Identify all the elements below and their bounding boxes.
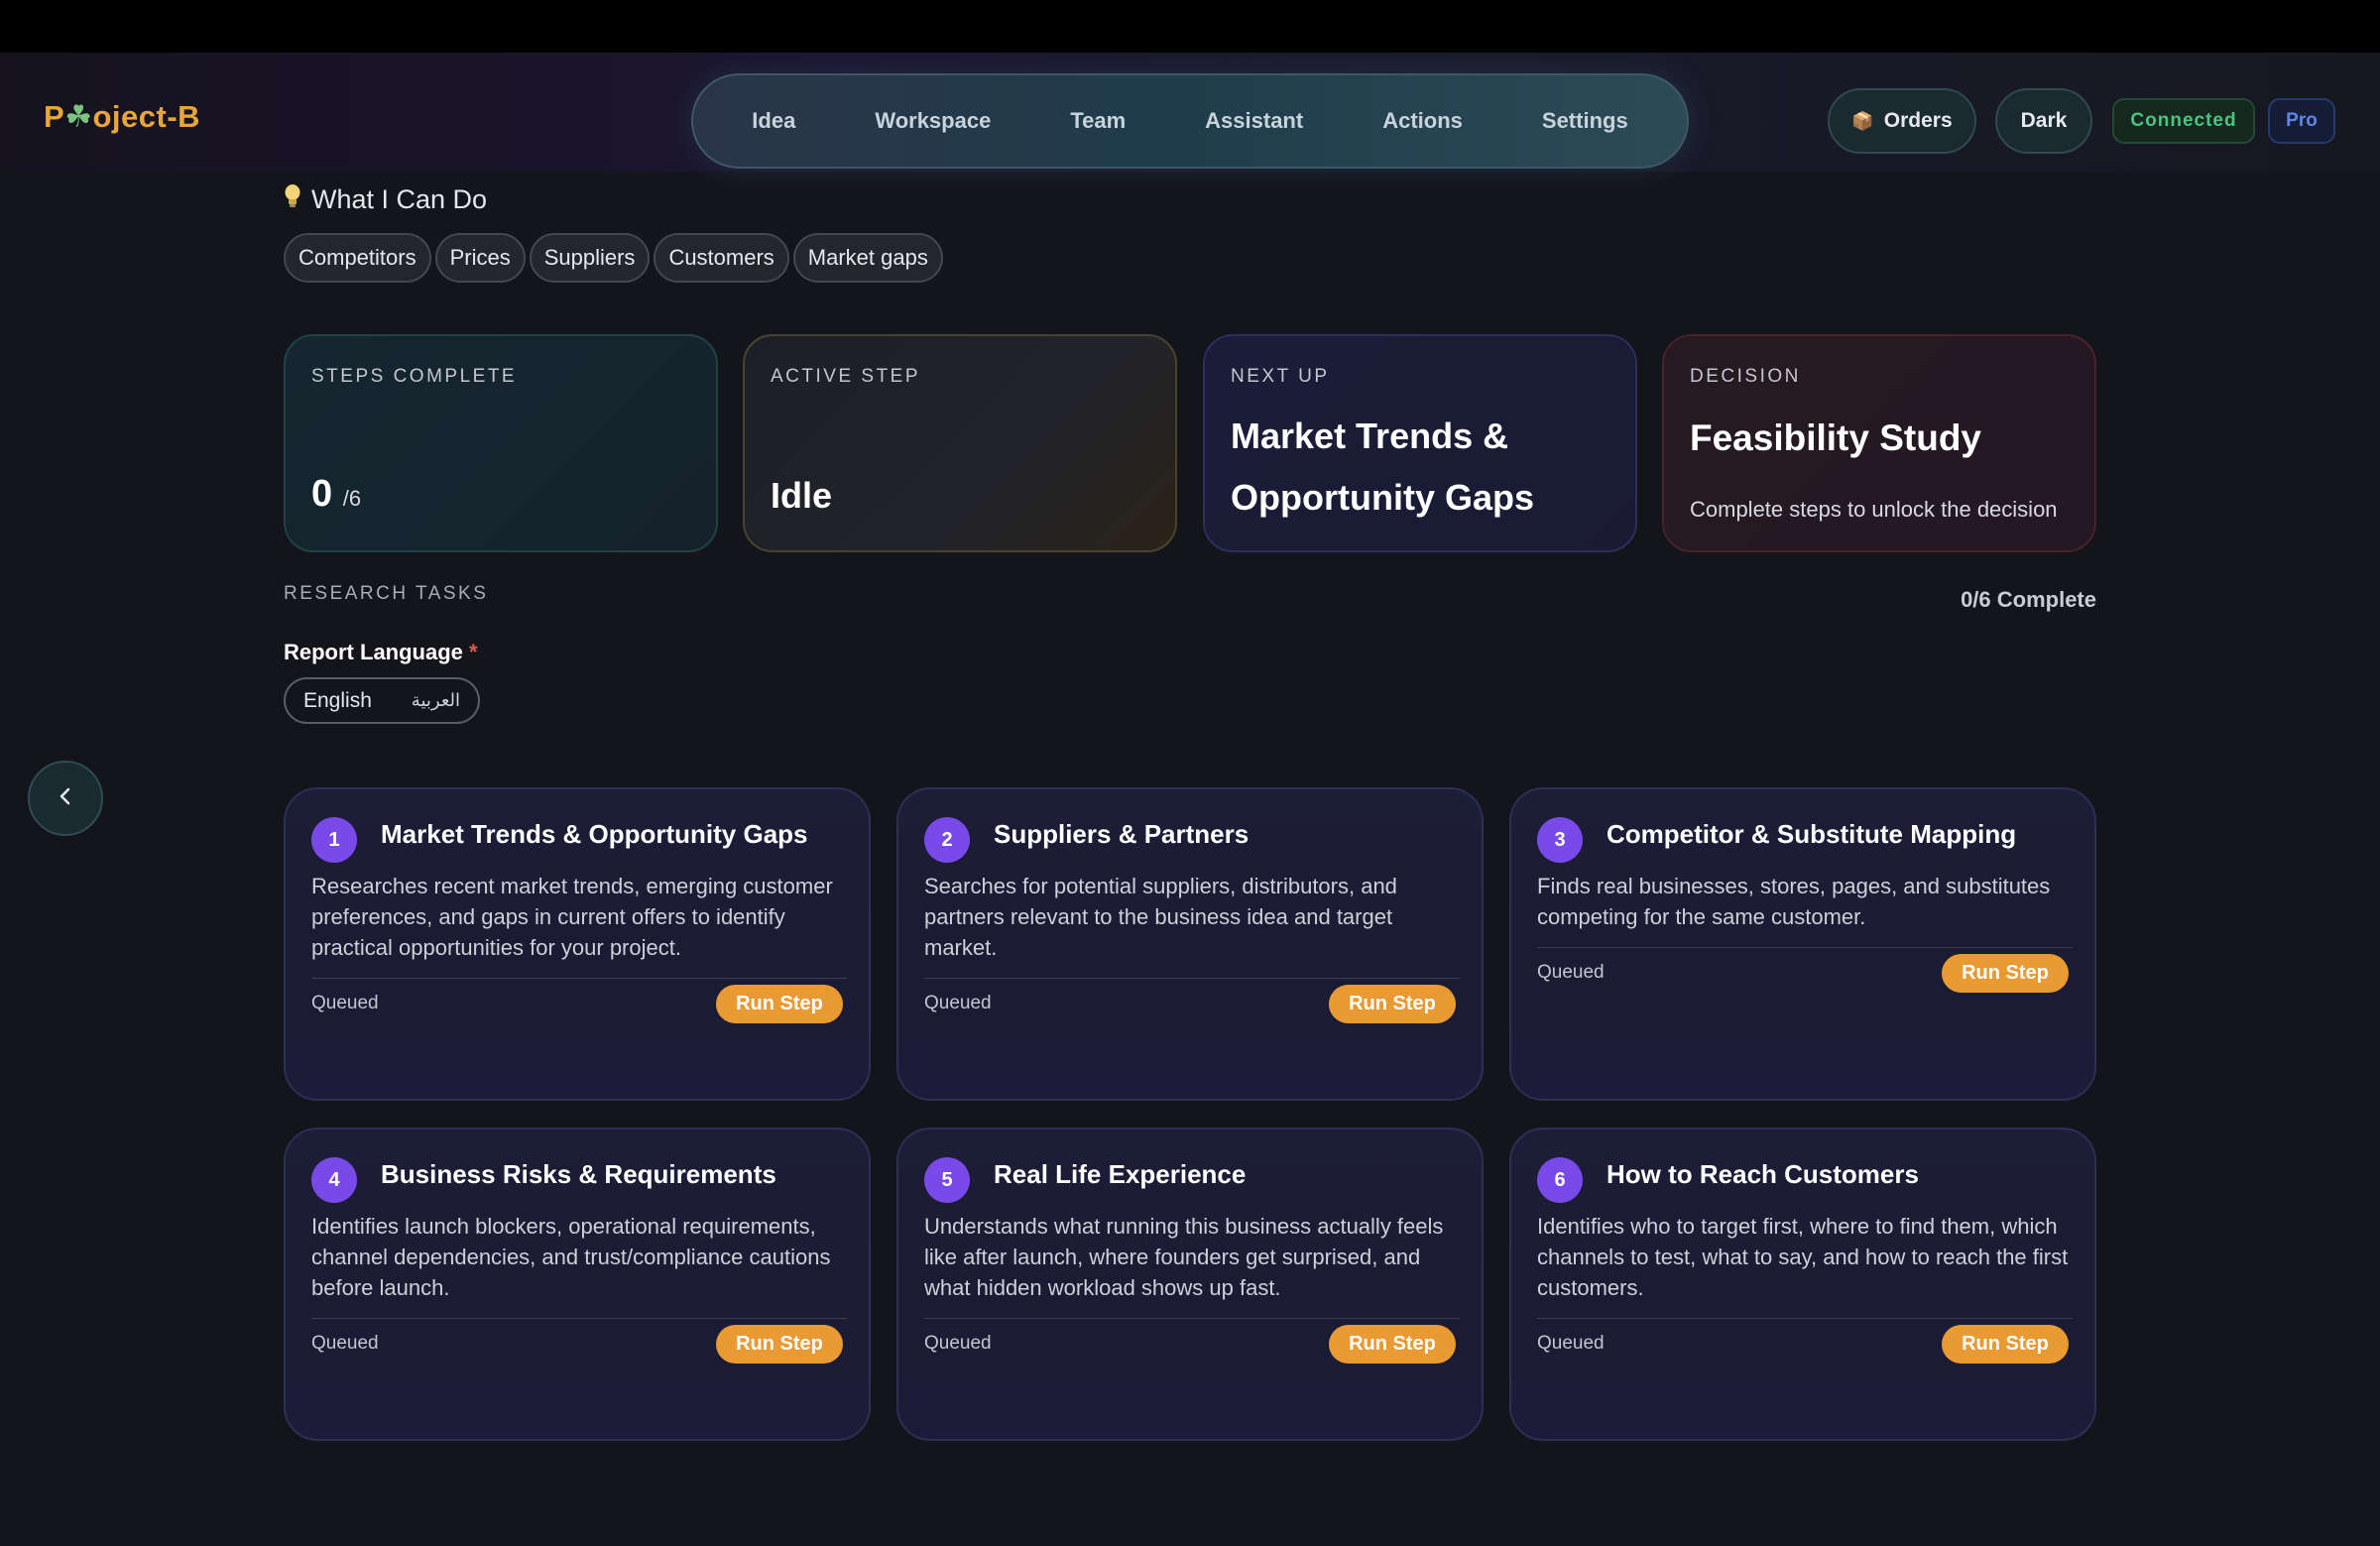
report-language-toggle: English العربية <box>284 677 480 724</box>
run-step-button[interactable]: Run Step <box>716 1325 843 1364</box>
decision-subtext: Complete steps to unlock the decision <box>1690 497 2058 522</box>
run-step-button[interactable]: Run Step <box>1329 1325 1456 1364</box>
app-logo[interactable]: P☘oject-B <box>44 99 200 135</box>
language-option-arabic[interactable]: العربية <box>412 690 460 711</box>
run-step-button[interactable]: Run Step <box>1942 1325 2069 1364</box>
decision-value: Feasibility Study <box>1690 417 1982 458</box>
connection-status-badge: Connected <box>2112 98 2255 144</box>
orders-button[interactable]: 📦 Orders <box>1828 88 1976 154</box>
plan-badge: Pro <box>2268 98 2335 144</box>
task-card: 6 How to Reach Customers Identifies who … <box>1509 1128 2096 1441</box>
task-divider <box>924 1318 1460 1319</box>
theme-label: Dark <box>2020 109 2068 132</box>
nav-team[interactable]: Team <box>1030 108 1165 134</box>
task-card: 3 Competitor & Substitute Mapping Finds … <box>1509 787 2096 1101</box>
chip-customers[interactable]: Customers <box>654 233 789 283</box>
active-step-label: ACTIVE STEP <box>771 366 921 387</box>
task-title: Competitor & Substitute Mapping <box>1606 819 2017 849</box>
main-nav: Idea Workspace Team Assistant Actions Se… <box>691 73 1689 169</box>
lightbulb-icon <box>284 183 301 216</box>
logo-text-start: P <box>44 99 65 134</box>
task-title: Suppliers & Partners <box>994 819 1250 849</box>
task-divider <box>924 978 1460 979</box>
run-step-button[interactable]: Run Step <box>716 985 843 1023</box>
task-description: Finds real businesses, stores, pages, an… <box>1537 874 2051 929</box>
language-option-english[interactable]: English <box>303 689 372 713</box>
package-icon: 📦 <box>1851 110 1874 131</box>
nav-workspace[interactable]: Workspace <box>835 108 1030 134</box>
step-number-badge: 4 <box>311 1157 357 1203</box>
nav-idea[interactable]: Idea <box>712 108 835 134</box>
step-number-badge: 2 <box>924 817 970 863</box>
collapse-sidebar-button[interactable] <box>28 761 103 836</box>
run-step-button[interactable]: Run Step <box>1329 985 1456 1023</box>
active-step-card: ACTIVE STEP Idle <box>743 334 1177 552</box>
step-number-badge: 3 <box>1537 817 1583 863</box>
task-divider <box>1537 1318 2073 1319</box>
steps-complete-label: STEPS COMPLETE <box>311 366 518 387</box>
capability-chips: Competitors Prices Suppliers Customers M… <box>284 233 943 283</box>
decision-label: DECISION <box>1690 366 1801 387</box>
next-up-label: NEXT UP <box>1231 366 1330 387</box>
nav-settings[interactable]: Settings <box>1502 108 1668 134</box>
report-language-label: Report Language * <box>284 640 478 665</box>
task-description: Understands what running this business a… <box>924 1214 1444 1300</box>
task-divider <box>311 978 847 979</box>
task-card: 4 Business Risks & Requirements Identifi… <box>284 1128 871 1441</box>
run-step-button[interactable]: Run Step <box>1942 954 2069 993</box>
step-number-badge: 5 <box>924 1157 970 1203</box>
task-description: Searches for potential suppliers, distri… <box>924 874 1397 960</box>
report-language-text: Report Language <box>284 640 463 664</box>
chip-suppliers[interactable]: Suppliers <box>529 233 651 283</box>
task-divider <box>1537 947 2073 948</box>
logo-text-end: oject-B <box>92 99 201 134</box>
task-status: Queued <box>311 1333 379 1354</box>
chip-prices[interactable]: Prices <box>434 233 526 283</box>
research-progress: 0/6 Complete <box>1961 587 2096 612</box>
task-status: Queued <box>1537 962 1605 983</box>
task-title: Real Life Experience <box>994 1159 1247 1189</box>
research-tasks-label: RESEARCH TASKS <box>284 583 489 604</box>
task-card: 2 Suppliers & Partners Searches for pote… <box>896 787 1484 1101</box>
task-status: Queued <box>924 1333 992 1354</box>
task-title: How to Reach Customers <box>1606 1159 1919 1189</box>
nav-actions[interactable]: Actions <box>1343 108 1502 134</box>
capabilities-heading: What I Can Do <box>284 183 487 216</box>
nav-assistant[interactable]: Assistant <box>1165 108 1343 134</box>
active-step-value: Idle <box>771 475 833 516</box>
task-status: Queued <box>1537 1333 1605 1354</box>
chip-market-gaps[interactable]: Market gaps <box>792 233 943 283</box>
task-status: Queued <box>311 993 379 1013</box>
task-title: Business Risks & Requirements <box>381 1159 776 1189</box>
step-number-badge: 6 <box>1537 1157 1583 1203</box>
task-title: Market Trends & Opportunity Gaps <box>381 819 808 849</box>
next-up-card: NEXT UP Market Trends & Opportunity Gaps <box>1203 334 1637 552</box>
task-card: 1 Market Trends & Opportunity Gaps Resea… <box>284 787 871 1101</box>
leaf-icon: ☘ <box>64 99 93 134</box>
next-up-value: Market Trends & Opportunity Gaps <box>1231 416 1534 518</box>
window-top-bar <box>0 0 2380 53</box>
task-status: Queued <box>924 993 992 1013</box>
capabilities-title: What I Can Do <box>311 184 488 214</box>
chevron-left-icon <box>55 785 76 812</box>
task-description: Identifies who to target first, where to… <box>1537 1214 2069 1300</box>
chip-competitors[interactable]: Competitors <box>284 233 431 283</box>
theme-toggle-button[interactable]: Dark <box>1995 88 2092 154</box>
steps-complete-card: STEPS COMPLETE 0 /6 <box>284 334 718 552</box>
task-description: Identifies launch blockers, operational … <box>311 1214 831 1300</box>
steps-complete-value: 0 /6 <box>311 473 361 516</box>
task-description: Researches recent market trends, emergin… <box>311 874 833 960</box>
task-divider <box>311 1318 847 1319</box>
orders-label: Orders <box>1883 109 1953 132</box>
steps-complete-total: /6 <box>342 486 362 511</box>
steps-complete-count: 0 <box>311 473 333 515</box>
decision-card: DECISION Feasibility Study Complete step… <box>1662 334 2096 552</box>
required-marker: * <box>469 640 478 664</box>
task-card: 5 Real Life Experience Understands what … <box>896 1128 1484 1441</box>
step-number-badge: 1 <box>311 817 357 863</box>
